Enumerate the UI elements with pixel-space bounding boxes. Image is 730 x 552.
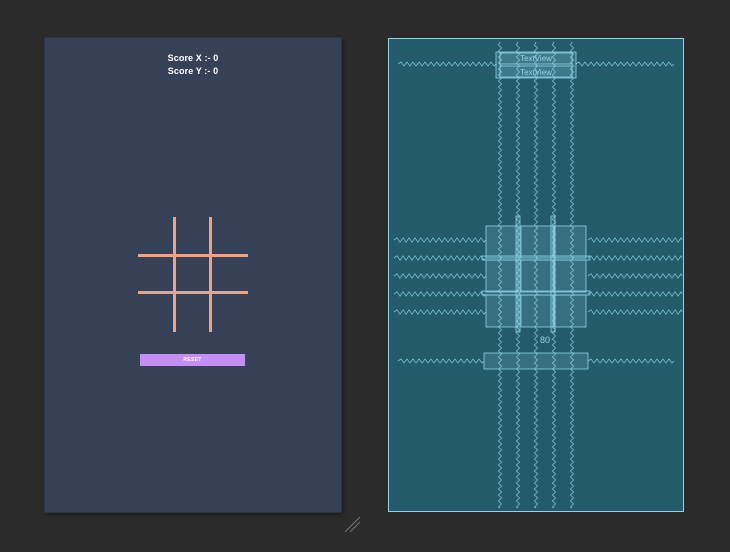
board-cell[interactable]	[212, 257, 248, 291]
board-cell[interactable]	[138, 217, 173, 254]
score-y-text: Score Y :- 0	[167, 66, 219, 76]
design-preview[interactable]: Score X :- 0 Score Y :- 0 RESET	[45, 38, 341, 512]
board-cell[interactable]	[212, 217, 248, 254]
blueprint-preview[interactable]: TextView TextView 80	[388, 38, 684, 512]
constraint-graph: TextView TextView 80	[393, 41, 683, 509]
board-cell[interactable]	[176, 257, 209, 291]
margin-label: 80	[540, 335, 550, 345]
board-cell[interactable]	[176, 217, 209, 254]
board-cell[interactable]	[176, 294, 209, 332]
reset-button[interactable]: RESET	[140, 354, 245, 366]
textview-label-2: TextView	[520, 68, 552, 77]
score-x-text: Score X :- 0	[167, 53, 219, 63]
tic-tac-toe-board	[138, 217, 248, 332]
resize-handle-icon[interactable]	[344, 516, 364, 536]
textview-label-1: TextView	[520, 54, 552, 63]
board-cell[interactable]	[138, 257, 173, 291]
board-cell[interactable]	[138, 294, 173, 332]
board-cell[interactable]	[212, 294, 248, 332]
